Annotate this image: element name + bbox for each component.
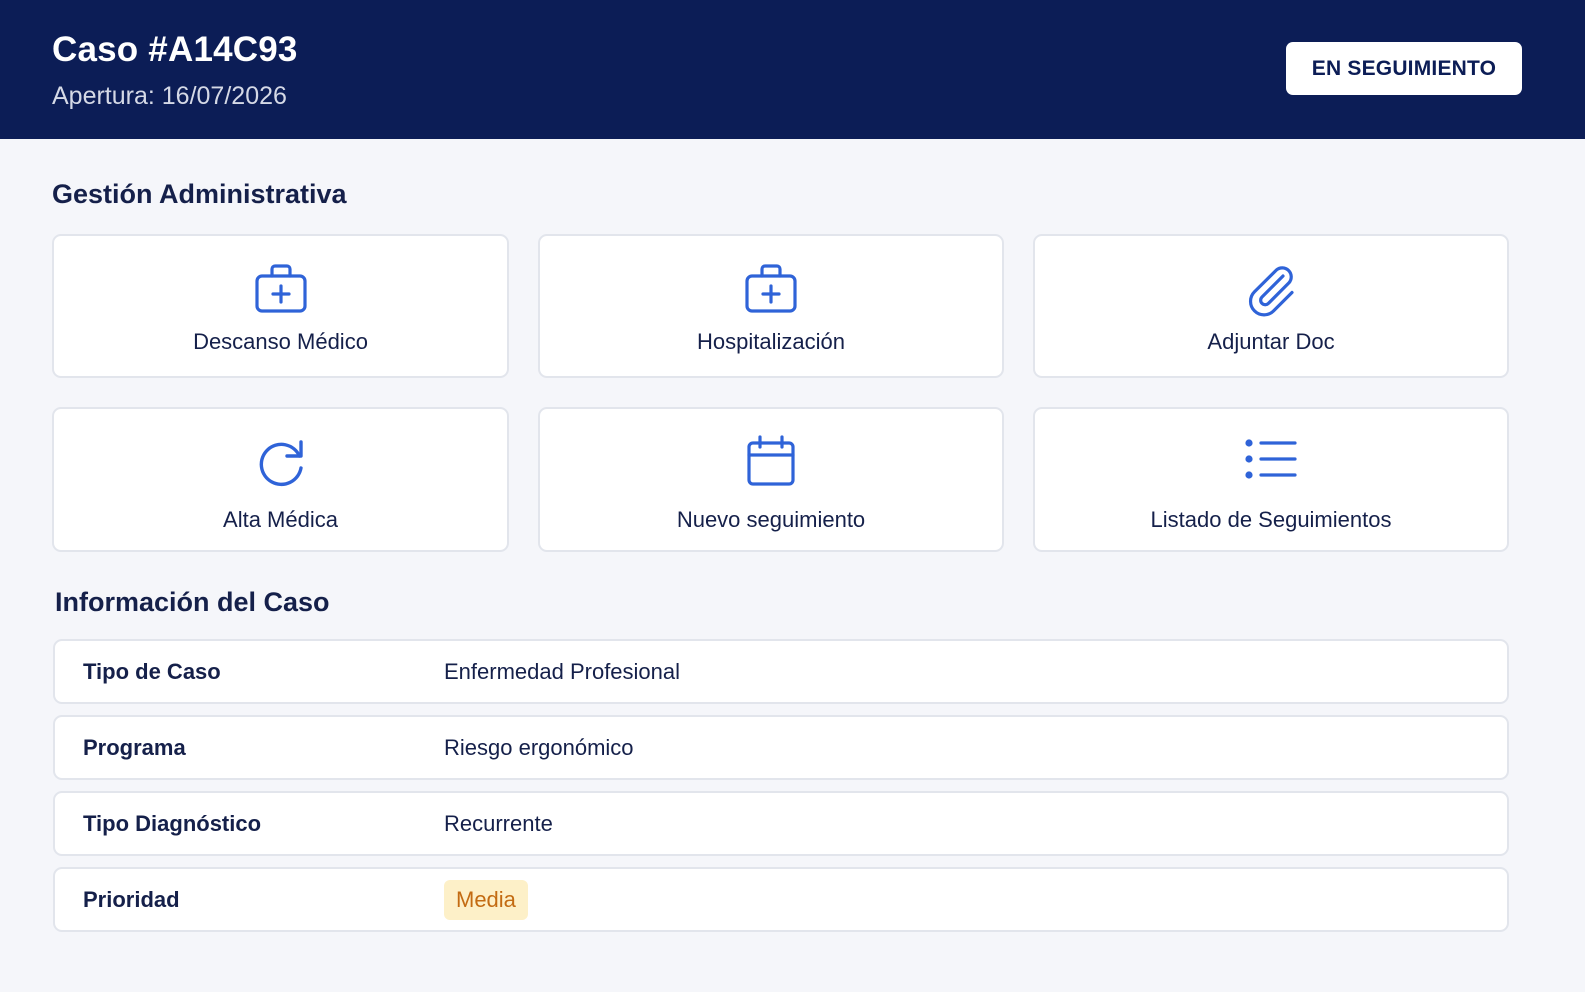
list-icon (1245, 439, 1297, 479)
case-opened-date: Apertura: 16/07/2026 (52, 82, 287, 110)
calendar-icon (747, 435, 795, 486)
info-row-prioridad: Prioridad Media (53, 867, 1509, 932)
info-value: Riesgo ergonómico (444, 735, 634, 760)
nuevo-seguimiento-button[interactable]: Nuevo seguimiento (538, 407, 1004, 552)
action-label: Listado de Seguimientos (1150, 507, 1392, 532)
case-title: Caso #A14C93 (52, 30, 298, 69)
action-label: Descanso Médico (193, 329, 368, 354)
refresh-icon (259, 440, 303, 487)
listado-seguimientos-button[interactable]: Listado de Seguimientos (1033, 407, 1509, 552)
action-label: Hospitalización (697, 329, 845, 354)
info-value: Enfermedad Profesional (444, 659, 681, 684)
status-badge: EN SEGUIMIENTO (1286, 42, 1522, 95)
info-label: Tipo Diagnóstico (83, 811, 262, 836)
info-value: Recurrente (444, 811, 553, 836)
action-label: Adjuntar Doc (1207, 329, 1335, 354)
alta-medica-button[interactable]: Alta Médica (52, 407, 509, 552)
adjuntar-doc-button[interactable]: Adjuntar Doc (1033, 234, 1509, 378)
descanso-medico-button[interactable]: Descanso Médico (52, 234, 509, 378)
case-header: Caso #A14C93 Apertura: 16/07/2026 EN SEG… (0, 0, 1585, 139)
priority-badge: Media (444, 880, 528, 920)
info-section-title: Información del Caso (55, 587, 330, 617)
info-row-programa: Programa Riesgo ergonómico (53, 715, 1509, 780)
action-label: Nuevo seguimiento (676, 507, 866, 532)
info-label: Tipo de Caso (83, 659, 221, 684)
action-label: Alta Médica (223, 507, 338, 532)
info-row-tipo-caso: Tipo de Caso Enfermedad Profesional (53, 639, 1509, 704)
medical-kit-icon (745, 264, 797, 313)
medical-kit-icon (254, 264, 307, 313)
info-label: Programa (83, 735, 186, 760)
paperclip-icon (1249, 266, 1294, 317)
info-row-tipo-diagnostico: Tipo Diagnóstico Recurrente (53, 791, 1509, 856)
admin-section-title: Gestión Administrativa (52, 179, 347, 209)
info-label: Prioridad (83, 887, 180, 912)
hospitalizacion-button[interactable]: Hospitalización (538, 234, 1004, 378)
